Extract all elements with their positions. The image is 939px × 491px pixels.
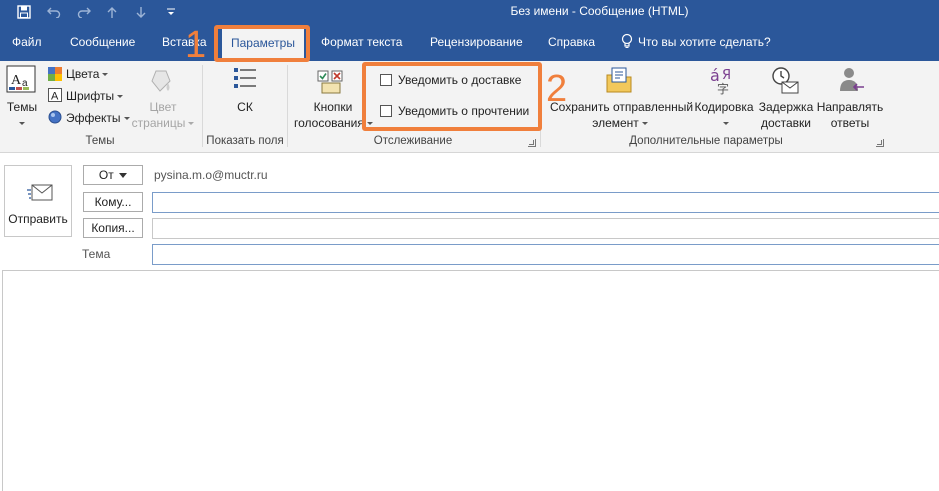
encoding-label[interactable]: Кодировка: [692, 100, 756, 114]
save-sent-label-2: элемент: [592, 116, 639, 130]
from-button[interactable]: От: [83, 165, 143, 185]
to-button[interactable]: Кому...: [83, 192, 143, 212]
tab-help[interactable]: Справка: [548, 35, 595, 49]
page-color-button: страницы: [130, 116, 196, 130]
tracking-group-label: Отслеживание: [373, 135, 453, 147]
more-options-dialog-launcher-icon[interactable]: [876, 139, 884, 147]
svg-text:字: 字: [717, 81, 729, 95]
send-button[interactable]: Отправить: [4, 165, 72, 237]
send-icon: [27, 184, 53, 205]
cc-field[interactable]: [152, 218, 939, 239]
direct-replies-label-1[interactable]: Направлять: [814, 100, 886, 114]
highlight-options-tab: [214, 25, 310, 62]
encoding-icon: áЯ字: [709, 65, 739, 98]
tab-file[interactable]: Файл: [12, 35, 42, 49]
delay-delivery-label-1[interactable]: Задержка: [756, 100, 816, 114]
svg-text:A: A: [11, 73, 22, 88]
delay-delivery-label-2[interactable]: доставки: [756, 116, 816, 130]
subject-field[interactable]: [152, 244, 939, 265]
chevron-down-icon: [102, 73, 109, 77]
send-label: Отправить: [8, 212, 68, 226]
window-title: Без имени - Сообщение (HTML): [510, 4, 689, 18]
annotation-step-1: 1: [185, 24, 207, 66]
show-fields-group-label: Показать поля: [206, 135, 284, 147]
delay-delivery-icon: [770, 65, 800, 98]
fonts-icon: A: [48, 88, 62, 105]
to-field[interactable]: [152, 192, 939, 213]
tab-format-text[interactable]: Формат текста: [321, 35, 402, 49]
more-options-group-label: Дополнительные параметры: [629, 135, 783, 147]
chevron-down-icon: [641, 122, 648, 126]
bcc-button[interactable]: СК: [224, 100, 266, 114]
save-sent-item-icon: [604, 65, 634, 98]
svg-text:A: A: [51, 91, 59, 103]
cc-button[interactable]: Копия...: [83, 218, 143, 238]
message-body[interactable]: [2, 270, 939, 491]
save-sent-label-1[interactable]: Сохранить отправленный: [550, 100, 693, 114]
ribbon-tabs: Файл Сообщение Вставка Параметры Формат …: [0, 25, 939, 61]
effects-label: Эффекты: [66, 111, 121, 125]
themes-dropdown-icon[interactable]: [19, 122, 25, 125]
tracking-dialog-launcher-icon[interactable]: [528, 139, 536, 147]
chevron-down-icon: [117, 95, 124, 99]
save-sent-button[interactable]: элемент: [550, 116, 690, 130]
tab-review[interactable]: Рецензирование: [430, 35, 523, 49]
fonts-label: Шрифты: [66, 89, 115, 103]
tell-me-search[interactable]: Что вы хотите сделать?: [638, 35, 771, 49]
voting-buttons-icon: [316, 65, 346, 98]
direct-replies-icon: [836, 65, 866, 98]
effects-icon: [48, 110, 62, 127]
page-color-icon: [148, 67, 176, 98]
outlook-message-window: Без имени - Сообщение (HTML) Файл Сообще…: [0, 0, 939, 491]
colors-icon: [48, 67, 62, 84]
chevron-down-icon: [123, 117, 130, 121]
themes-button-label[interactable]: Темы: [4, 100, 40, 114]
from-button-label: От: [98, 168, 114, 182]
tab-message[interactable]: Сообщение: [70, 35, 135, 49]
bcc-icon: [232, 66, 258, 97]
page-color-label-2: страницы: [131, 116, 186, 130]
fonts-button[interactable]: Шрифты: [66, 89, 124, 103]
colors-button[interactable]: Цвета: [66, 67, 109, 81]
encoding-dropdown-icon[interactable]: [723, 122, 729, 125]
colors-label: Цвета: [66, 67, 100, 81]
highlight-receipt-options: [362, 62, 542, 131]
subject-label: Тема: [82, 247, 111, 261]
themes-icon[interactable]: Aa: [6, 65, 36, 96]
from-address: pysina.m.o@muctr.ru: [154, 168, 268, 182]
voting-buttons-label-1[interactable]: Кнопки: [296, 100, 370, 114]
effects-button[interactable]: Эффекты: [66, 111, 130, 125]
chevron-down-icon: [119, 173, 128, 179]
voting-buttons-label-2: голосования: [294, 116, 364, 130]
title-bar: Без имени - Сообщение (HTML): [0, 0, 939, 25]
annotation-step-2: 2: [546, 68, 568, 110]
direct-replies-label-2[interactable]: ответы: [814, 116, 886, 130]
chevron-down-icon: [188, 122, 195, 126]
page-color-label-1: Цвет: [149, 100, 177, 114]
themes-group-label: Темы: [85, 135, 115, 147]
lightbulb-icon: [621, 33, 633, 52]
svg-text:Я: Я: [722, 68, 731, 83]
